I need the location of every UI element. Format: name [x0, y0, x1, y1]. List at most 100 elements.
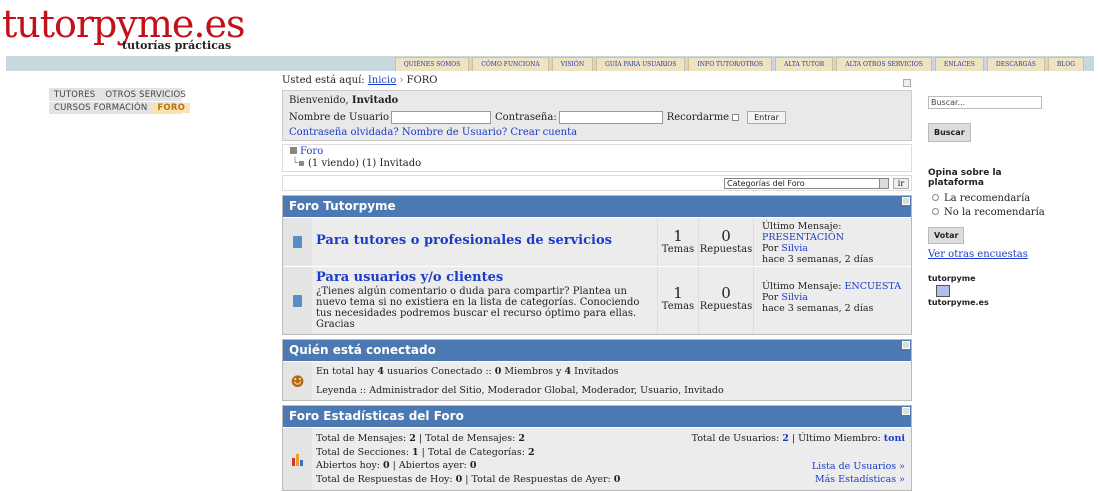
nav-vision[interactable]: VISIÓN — [551, 57, 594, 71]
forum-folder-icon — [293, 294, 302, 307]
forum-section-title: Foro Tutorpyme — [289, 199, 396, 213]
more-stats-link-text[interactable]: Más Estadísticas » — [815, 474, 905, 485]
mini-logo-icon — [936, 285, 950, 297]
nav-descargas[interactable]: DESCARGAS — [986, 57, 1045, 71]
top-nav-bar: QUIÉNES SOMOS CÓMO FUNCIONA VISIÓN GUÍA … — [6, 56, 1094, 71]
stats-value: 0 — [383, 460, 390, 471]
author-link[interactable]: Silvia — [781, 292, 808, 303]
other-polls-link[interactable]: Ver otras encuestas — [928, 249, 1058, 260]
poll-option-2[interactable]: No la recomendaría — [928, 207, 1058, 219]
online-legend: Leyenda :: Administrador del Sitio, Mode… — [316, 385, 724, 396]
nav-blog[interactable]: BLOG — [1047, 57, 1084, 71]
radio-icon[interactable] — [932, 208, 939, 215]
nav-como-funciona[interactable]: CÓMO FUNCIONA — [472, 57, 549, 71]
collapse-icon[interactable] — [902, 407, 910, 415]
stats-label: Total de Secciones: — [316, 446, 409, 458]
top-nav: QUIÉNES SOMOS CÓMO FUNCIONA VISIÓN GUÍA … — [394, 57, 1084, 71]
tree-child: └▪ (1 viendo) (1) Invitado — [290, 158, 904, 170]
last-member-link[interactable]: toni — [884, 433, 905, 444]
password-label: Contraseña: — [495, 112, 557, 123]
topics-count: 1 Temas — [657, 267, 698, 334]
nav-quienes-somos[interactable]: QUIÉNES SOMOS — [394, 57, 470, 71]
online-text-c: Miembros y — [504, 366, 562, 377]
mini-logo[interactable]: tutorpyme tutorpyme.es — [928, 274, 1058, 308]
nav-enlaces[interactable]: ENLACES — [934, 57, 984, 71]
user-list-link-text[interactable]: Lista de Usuarios » — [812, 461, 905, 472]
last-post-link[interactable]: PRESENTACIÓN — [762, 232, 844, 243]
online-text-b: usuarios Conectado :: — [387, 366, 492, 377]
go-button[interactable]: ir — [893, 178, 909, 189]
online-section-title: Quién está conectado — [289, 343, 436, 357]
tree-root-link[interactable]: Foro — [300, 146, 323, 157]
radio-icon[interactable] — [932, 194, 939, 201]
online-guests-count: 4 — [564, 366, 572, 377]
online-text-a: En total hay — [316, 366, 375, 377]
tree-branch-icon: └▪ — [292, 158, 305, 169]
topics-value: 1 — [673, 227, 683, 245]
nav-guia-usuarios[interactable]: GUÍA PARA USUARIOS — [596, 57, 686, 71]
online-members-count: 0 — [494, 366, 502, 377]
forum-description: ¿Tienes algún comentario o duda para com… — [316, 286, 640, 330]
more-stats-link[interactable]: Más Estadísticas » — [692, 473, 905, 487]
category-select[interactable]: Categorías del Foro — [724, 178, 889, 189]
breadcrumb-home-link[interactable]: Inicio — [368, 75, 396, 86]
tree-root: Foro — [290, 146, 904, 158]
login-links: Contraseña olvidada? Nombre de Usuario? … — [289, 127, 905, 138]
forum-title-cell: Para tutores o profesionales de servicio… — [312, 218, 657, 266]
remember-checkbox[interactable] — [732, 114, 740, 121]
login-button[interactable]: Entrar — [747, 111, 786, 124]
online-row: ☻ En total hay 4 usuarios Conectado :: 0… — [283, 361, 911, 400]
username-input[interactable] — [391, 111, 491, 124]
breadcrumb-prefix: Usted está aquí: — [282, 75, 365, 86]
collapse-icon[interactable] — [902, 341, 910, 349]
by-label: Por — [762, 292, 779, 303]
nav-alta-otros[interactable]: ALTA OTROS SERVICIOS — [836, 57, 932, 71]
stats-section-title: Foro Estadísticas del Foro — [289, 409, 464, 423]
password-input[interactable] — [558, 111, 663, 124]
forgot-password-link[interactable]: Contraseña olvidada? — [289, 127, 399, 138]
topics-value: 1 — [673, 284, 683, 302]
stats-row: Total de Mensajes: 2 | Total de Mensajes… — [283, 427, 911, 490]
breadcrumb-current: FORO — [406, 75, 438, 86]
poll-option-1[interactable]: La recomendaría — [928, 193, 1058, 205]
replies-count: 0 Repuestas — [698, 218, 753, 266]
forum-title-cell: Para usuarios y/o clientes ¿Tienes algún… — [312, 267, 657, 334]
minimize-icon[interactable] — [903, 79, 911, 87]
nav-info-tutor[interactable]: INFO TUTOR/OTROS — [688, 57, 773, 71]
left-menu-row: TUTORES OTROS SERVICIOS — [49, 88, 186, 101]
menu-tutores[interactable]: TUTORES — [49, 90, 100, 100]
user-list-link[interactable]: Lista de Usuarios » — [692, 460, 905, 474]
site-logo[interactable]: tutorpyme.es tutorías prácticas — [2, 2, 245, 52]
stats-icon-cell — [283, 428, 312, 490]
forum-link[interactable]: Para tutores o profesionales de servicio… — [316, 233, 612, 248]
replies-label: Repuestas — [699, 301, 753, 312]
author-link[interactable]: Silvia — [781, 243, 808, 254]
category-select-value: Categorías del Foro — [727, 179, 805, 188]
create-account-link[interactable]: Crear cuenta — [510, 127, 577, 138]
stats-value: 2 — [527, 446, 535, 458]
forgot-username-link[interactable]: Nombre de Usuario? — [402, 127, 507, 138]
stats-value: 1 — [411, 446, 419, 458]
forum-link[interactable]: Para usuarios y/o clientes — [316, 270, 503, 285]
search-input[interactable]: Buscar... — [928, 96, 1042, 109]
forum-row: Para tutores o profesionales de servicio… — [283, 217, 911, 266]
menu-cursos-formacion[interactable]: CURSOS FORMACIÓN — [49, 103, 152, 113]
vote-button[interactable]: Votar — [928, 227, 965, 244]
welcome-text: Bienvenido, Invitado — [289, 95, 905, 107]
logo-title: tutorpyme.es — [2, 2, 245, 46]
nav-alta-tutor[interactable]: ALTA TUTOR — [775, 57, 834, 71]
search-button[interactable]: Buscar — [928, 123, 971, 142]
stats-label: | Total de Mensajes: — [418, 433, 516, 444]
last-post-link[interactable]: ENCUESTA — [844, 281, 901, 292]
menu-foro[interactable]: FORO — [152, 103, 191, 113]
topics-label: Temas — [661, 244, 695, 255]
breadcrumb: Usted está aquí: Inicio › FORO — [282, 74, 912, 88]
stats-label: Total de Mensajes: — [316, 433, 407, 444]
menu-otros-servicios[interactable]: OTROS SERVICIOS — [100, 90, 191, 100]
forum-row: Para usuarios y/o clientes ¿Tienes algún… — [283, 266, 911, 334]
stats-value: 0 — [455, 473, 463, 485]
last-post: Último Mensaje: PRESENTACIÓN Por Silvia … — [753, 218, 911, 266]
replies-value: 0 — [721, 284, 731, 302]
by-label: Por — [762, 243, 779, 254]
collapse-icon[interactable] — [902, 197, 910, 205]
